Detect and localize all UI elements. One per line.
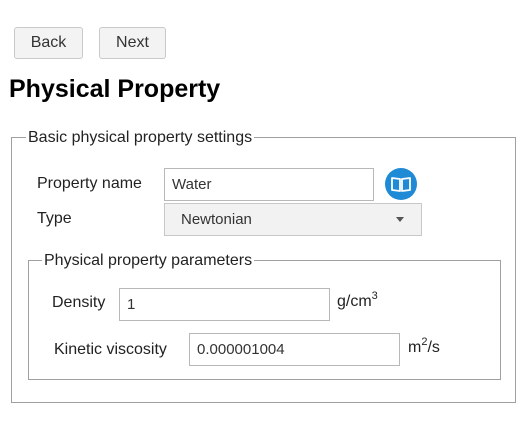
viscosity-input[interactable] <box>189 333 400 366</box>
page-title: Physical Property <box>9 75 221 103</box>
book-icon[interactable] <box>385 168 417 200</box>
viscosity-label: Kinetic viscosity <box>54 341 167 358</box>
type-select-value: Newtonian <box>181 211 252 228</box>
chevron-down-icon <box>396 217 404 222</box>
next-button[interactable]: Next <box>99 27 166 59</box>
density-label: Density <box>52 294 106 311</box>
parameters-group: Physical property parameters Density g/c… <box>28 252 501 380</box>
parameters-legend: Physical property parameters <box>42 252 255 270</box>
property-name-input[interactable] <box>164 168 374 201</box>
density-input[interactable] <box>119 288 330 321</box>
type-select[interactable]: Newtonian <box>164 203 422 236</box>
type-label: Type <box>37 210 72 227</box>
basic-settings-legend: Basic physical property settings <box>26 129 255 147</box>
viscosity-unit: m2/s <box>408 336 440 356</box>
property-name-label: Property name <box>37 175 142 192</box>
basic-settings-group: Basic physical property settings Propert… <box>11 129 516 403</box>
density-unit: g/cm3 <box>337 290 378 310</box>
back-button[interactable]: Back <box>14 27 83 59</box>
